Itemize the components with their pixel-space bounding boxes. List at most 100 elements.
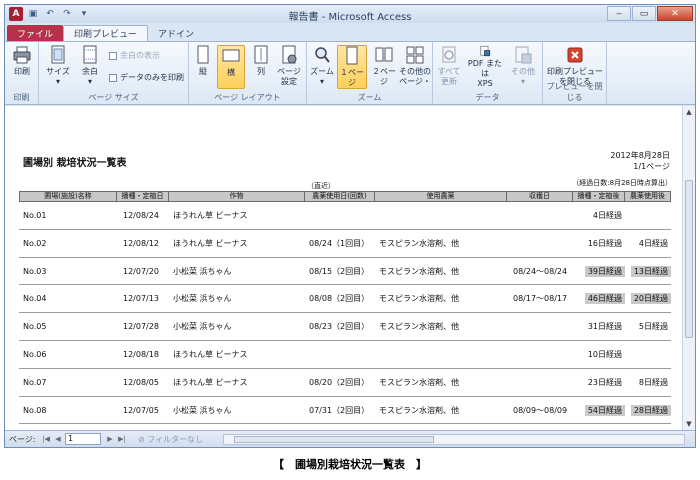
cell-pesticide-elapsed-value: 4日経過 xyxy=(638,238,668,248)
margin-button[interactable]: 余白 ▾ xyxy=(77,45,103,89)
cell-harvest: 08/24〜08/24 xyxy=(513,266,568,276)
chevron-down-icon: ▾ xyxy=(520,77,525,86)
cell-sow-elapsed: 39日経過 xyxy=(573,258,625,285)
report-preview: 圃場別 栽培状況一覧表 2012年8月28日 1/1ページ （直近） （経過日数… xyxy=(5,106,682,430)
portrait-button[interactable]: 縦 xyxy=(191,45,215,89)
cell-sow-elapsed-value: 46日経過 xyxy=(584,293,625,305)
group-page-layout: 縦 横 列 ページ 設定 ページ レイアウト xyxy=(189,42,307,104)
cell-harvest: 08/17〜08/17 xyxy=(513,294,568,304)
two-pages-icon xyxy=(375,47,393,62)
table-header: 圃場(施設)名称 播種・定植日 作物 農薬使用日(回数) 使用農薬 収穫日 播種… xyxy=(19,191,671,202)
cell-crop: ほうれん草 ビーナス xyxy=(173,349,248,359)
more-pages-button[interactable]: その他の ページ・ xyxy=(399,45,431,89)
other-export-button[interactable]: その他 ▾ xyxy=(509,45,537,89)
access-window: A ▣ ↶ ↷ ▾ 報告書 - Microsoft Access ‒ ▭ ✕ フ… xyxy=(4,4,696,448)
title-bar: A ▣ ↶ ↷ ▾ 報告書 - Microsoft Access ‒ ▭ ✕ xyxy=(5,5,695,23)
prev-page-icon[interactable]: ◀ xyxy=(53,434,63,444)
group-label-page-size: ページ サイズ xyxy=(88,93,139,102)
app-root: A ▣ ↶ ↷ ▾ 報告書 - Microsoft Access ‒ ▭ ✕ フ… xyxy=(0,0,700,480)
group-print: 印刷 印刷 xyxy=(5,42,39,104)
cell-sow-elapsed-value: 31日経過 xyxy=(587,322,622,332)
table-row: No.07 12/08/05 ほうれん草 ビーナス 08/20（2回目） モスピラン水溶… xyxy=(19,369,671,397)
columns-icon xyxy=(254,45,268,64)
cell-sow-elapsed: 31日経過 xyxy=(573,313,625,340)
cell-sow-elapsed-value: 4日経過 xyxy=(592,211,622,220)
next-page-icon[interactable]: ▶ xyxy=(105,434,115,444)
cell-pesticide: モスピラン水溶剤、他 xyxy=(379,405,459,415)
filter-status[interactable]: ⊘ フィルターなし xyxy=(138,434,203,445)
table-row: No.02 12/08/12 ほうれん草 ビーナス 08/24（1回目） モスピラン水溶… xyxy=(19,230,671,258)
cell-crop: 小松菜 浜ちゃん xyxy=(173,266,232,276)
horizontal-scrollbar[interactable] xyxy=(223,434,685,445)
cell-field: No.02 xyxy=(23,238,47,248)
figure-caption: 【 圃場別栽培状況一覧表 】 xyxy=(273,458,427,471)
cell-pesticide-date: 08/08（2回目） xyxy=(309,294,370,304)
cell-pesticide-date: 08/15（2回目） xyxy=(309,266,370,276)
margins-icon xyxy=(83,45,97,64)
cell-sow-date: 12/08/24 xyxy=(123,211,159,220)
vertical-scroll-thumb[interactable] xyxy=(685,180,693,338)
pdf-xps-button[interactable]: PDF または XPS xyxy=(465,45,505,89)
cell-pesticide-elapsed: 5日経過 xyxy=(625,313,671,340)
first-page-icon[interactable]: |◀ xyxy=(41,434,51,444)
cell-field: No.07 xyxy=(23,377,47,387)
cell-pesticide-elapsed: 20日経過 xyxy=(625,285,671,312)
landscape-button[interactable]: 横 xyxy=(217,45,245,89)
cell-sow-date: 12/08/05 xyxy=(123,377,159,387)
status-bar: ページ: |◀ ◀ 1 ▶ ▶| ⊘ フィルターなし xyxy=(5,430,695,447)
cell-pesticide-date: 08/23（2回目） xyxy=(309,322,370,332)
cell-sow-elapsed-value: 10日経過 xyxy=(587,349,622,359)
close-button[interactable]: ✕ xyxy=(657,6,693,21)
vertical-scrollbar[interactable]: ▲ ▼ xyxy=(682,106,695,430)
page-number-input[interactable]: 1 xyxy=(65,433,101,445)
minimize-button[interactable]: ‒ xyxy=(607,6,631,21)
printer-icon xyxy=(13,46,31,64)
show-margins-checkbox[interactable] xyxy=(109,51,117,60)
tab-print-preview[interactable]: 印刷プレビュー xyxy=(63,25,149,41)
cell-pesticide-elapsed-value: 20日経過 xyxy=(630,293,671,305)
data-only-checkbox[interactable] xyxy=(109,73,117,82)
cell-pesticide: モスピラン水溶剤、他 xyxy=(379,238,459,248)
refresh-all-button[interactable]: すべて 更新 xyxy=(435,45,463,89)
window-title: 報告書 - Microsoft Access xyxy=(288,12,412,23)
cell-pesticide-elapsed xyxy=(625,202,671,229)
horizontal-scroll-thumb[interactable] xyxy=(234,436,434,443)
two-pages-button[interactable]: ２ページ xyxy=(369,45,399,89)
zoom-button[interactable]: ズーム ▾ xyxy=(309,45,335,89)
page-setup-button[interactable]: ページ 設定 xyxy=(275,45,303,89)
data-only-option[interactable]: データのみを印刷 xyxy=(109,72,184,83)
cell-sow-elapsed-value: 16日経過 xyxy=(587,238,622,248)
note-elapsed-days: （経過日数:8月28日時点算出） xyxy=(572,179,672,187)
cell-sow-elapsed: 10日経過 xyxy=(573,341,625,368)
show-margins-option[interactable]: 余白の表示 xyxy=(109,50,160,61)
cell-sow-elapsed: 46日経過 xyxy=(573,285,625,312)
cell-harvest: 08/09〜08/09 xyxy=(513,405,568,415)
last-page-icon[interactable]: ▶| xyxy=(117,434,127,444)
group-label-close-preview: プレビューを閉じる xyxy=(546,82,603,102)
scroll-up-icon[interactable]: ▲ xyxy=(683,106,695,118)
cell-sow-date: 12/07/28 xyxy=(123,322,159,332)
print-button[interactable]: 印刷 xyxy=(9,45,35,89)
tab-addins[interactable]: アドイン xyxy=(148,25,204,41)
cell-crop: 小松菜 浜ちゃん xyxy=(173,322,232,332)
scroll-down-icon[interactable]: ▼ xyxy=(683,418,695,430)
magnifier-icon xyxy=(315,47,330,63)
one-page-button[interactable]: １ページ xyxy=(337,45,367,89)
header-field: 圃場(施設)名称 xyxy=(19,191,117,202)
maximize-button[interactable]: ▭ xyxy=(632,6,656,21)
cell-sow-date: 12/07/20 xyxy=(123,266,159,276)
cell-sow-elapsed: 4日経過 xyxy=(573,202,625,229)
table-row: No.06 12/08/18 ほうれん草 ビーナス 10日経過 xyxy=(19,341,671,369)
tab-file[interactable]: ファイル xyxy=(7,25,64,41)
cell-sow-elapsed: 54日経過 xyxy=(573,397,625,424)
note-recent: （直近） xyxy=(307,182,335,190)
cell-pesticide-elapsed: 4日経過 xyxy=(625,230,671,257)
header-harvest: 収穫日 xyxy=(507,191,573,202)
close-preview-icon xyxy=(567,47,583,63)
header-pesticide-elapsed: 農薬使用後 xyxy=(625,191,671,202)
chevron-down-icon: ▾ xyxy=(55,77,60,86)
size-button[interactable]: サイズ ▾ xyxy=(45,45,71,89)
ribbon-tabs: ファイル 印刷プレビュー アドイン xyxy=(5,23,695,41)
columns-button[interactable]: 列 xyxy=(249,45,273,89)
cell-pesticide-elapsed: 8日経過 xyxy=(625,369,671,396)
